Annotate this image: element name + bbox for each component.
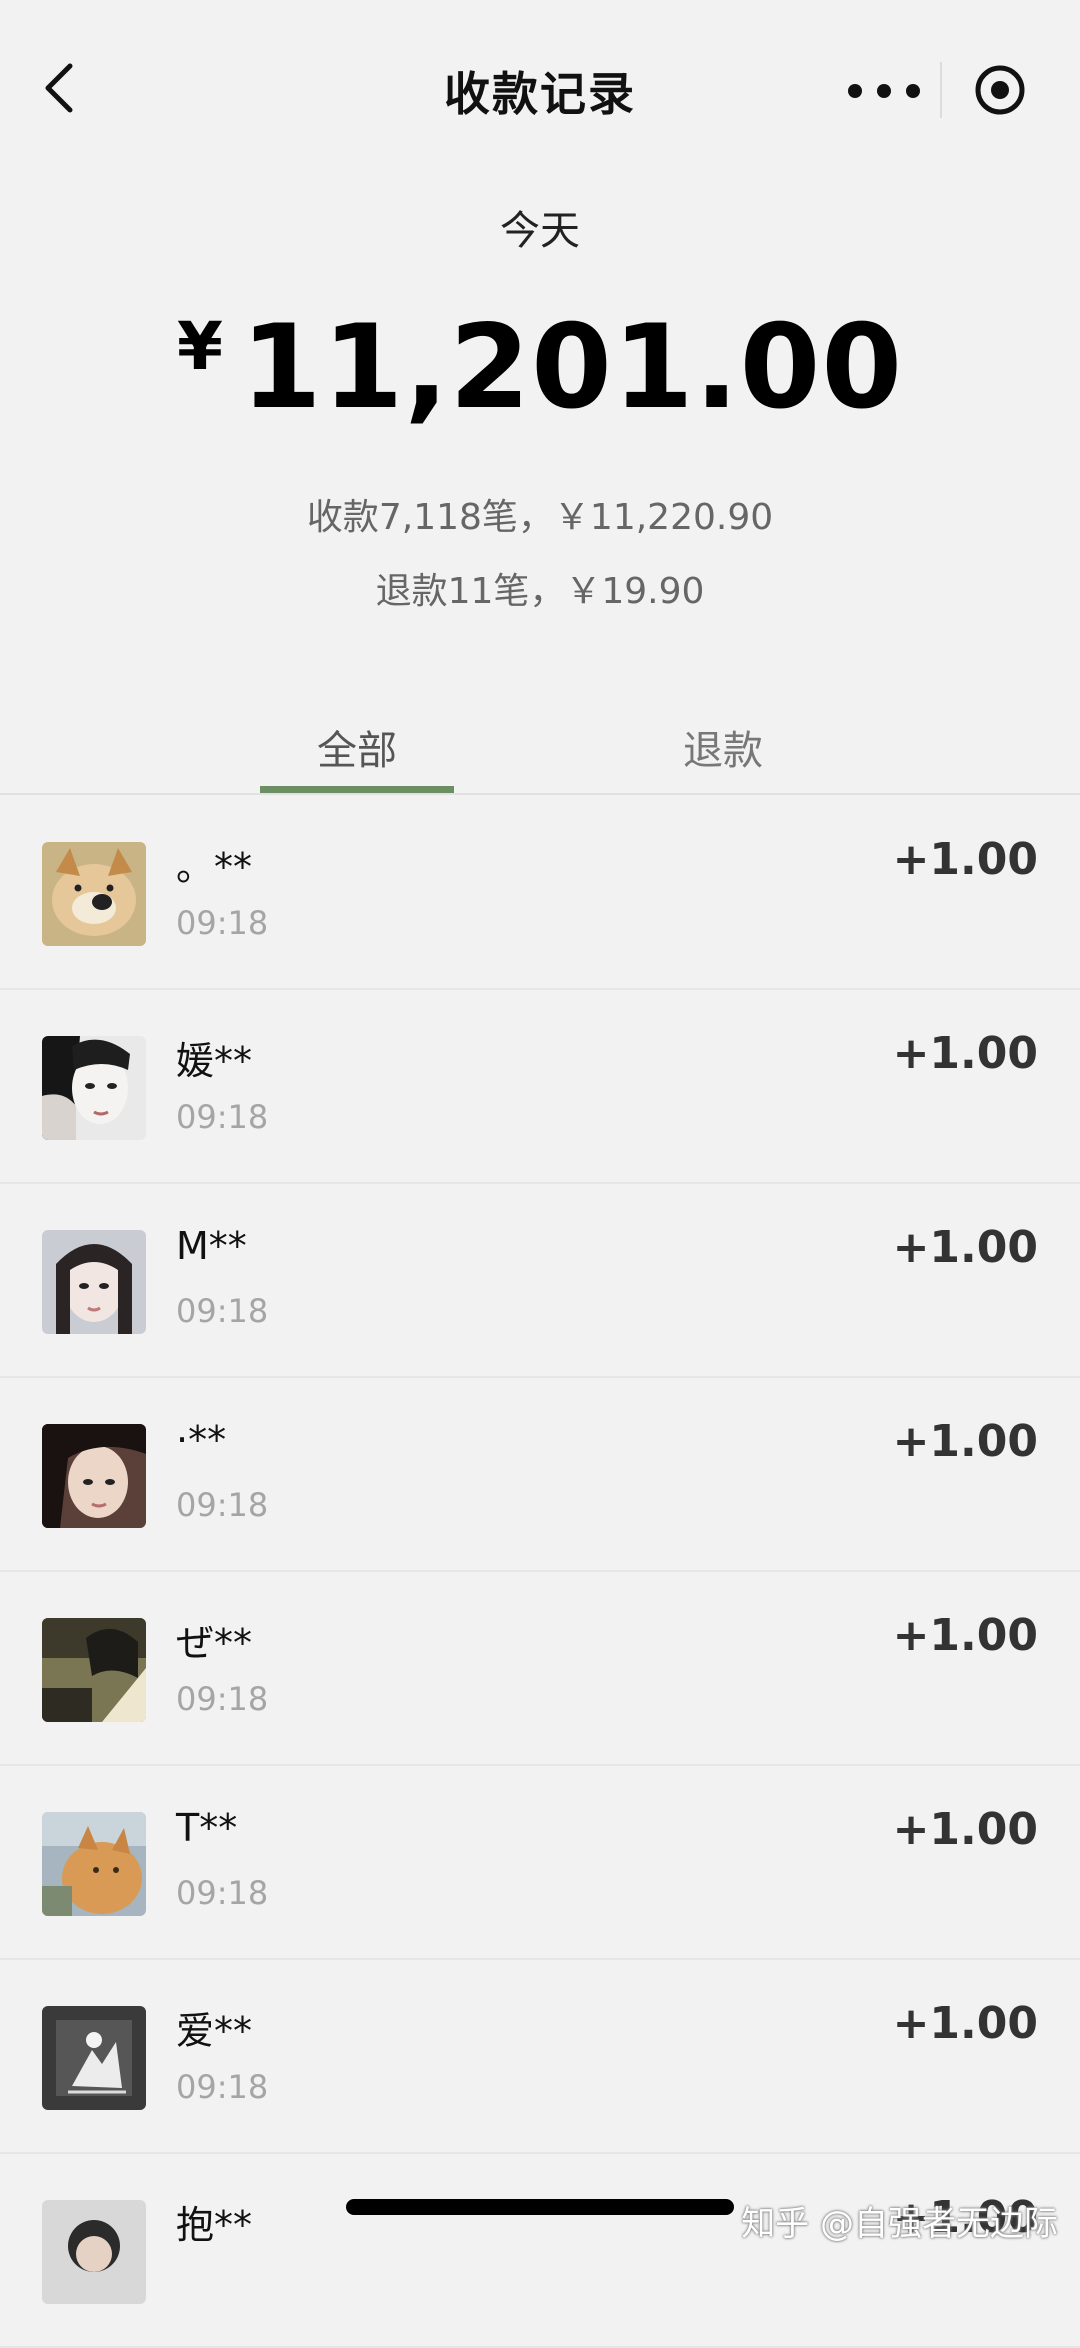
tab-refund[interactable]: 退款 <box>626 718 820 776</box>
record-amount: +1.00 <box>892 1028 1038 1079</box>
record-amount: +1.00 <box>892 1222 1038 1273</box>
payer-name: ·** <box>176 1418 227 1462</box>
payer-name: 媛** <box>176 1039 253 1083</box>
record-time: 09:18 <box>176 1486 269 1524</box>
record-time: 09:18 <box>176 1874 269 1912</box>
avatar <box>42 1424 146 1528</box>
payer-name: 爱** <box>176 2009 253 2053</box>
record-time: 09:18 <box>176 1292 269 1330</box>
record-amount: +1.00 <box>892 1610 1038 1661</box>
avatar <box>42 1036 146 1140</box>
payer-name: 。** <box>176 845 253 889</box>
record-row[interactable]: 媛** 09:18 +1.00 <box>0 990 1080 1184</box>
watermark: 知乎 @自强者无边际 <box>741 2204 1058 2244</box>
navigation-bar: 收款记录 <box>0 0 1080 180</box>
total-amount-value: 11,201.00 <box>240 300 904 435</box>
record-time: 09:18 <box>176 1098 269 1136</box>
tab-all[interactable]: 全部 <box>260 718 454 776</box>
record-row[interactable]: ·** 09:18 +1.00 <box>0 1378 1080 1572</box>
more-options-icon[interactable] <box>848 66 920 116</box>
close-miniprogram-icon[interactable] <box>972 62 1028 118</box>
record-amount: +1.00 <box>892 1998 1038 2049</box>
currency-symbol: ¥ <box>176 308 223 385</box>
record-time: 09:18 <box>176 2068 269 2106</box>
record-time: 09:18 <box>176 904 269 942</box>
record-amount: +1.00 <box>892 1416 1038 1467</box>
record-time: 09:18 <box>176 1680 269 1718</box>
record-amount: +1.00 <box>892 834 1038 885</box>
home-indicator <box>346 2199 734 2215</box>
record-row[interactable]: M** 09:18 +1.00 <box>0 1184 1080 1378</box>
record-row[interactable]: ぜ** 09:18 +1.00 <box>0 1572 1080 1766</box>
capsule-divider <box>940 62 942 118</box>
avatar <box>42 1230 146 1334</box>
record-row[interactable]: T** 09:18 +1.00 <box>0 1766 1080 1960</box>
avatar <box>42 1812 146 1916</box>
income-summary: 收款7,118笔，￥11,220.90 <box>306 497 774 538</box>
record-row[interactable]: 。** 09:18 +1.00 <box>0 796 1080 990</box>
date-label: 今天 <box>500 208 580 254</box>
total-amount: ¥11,201.00 <box>0 300 1080 435</box>
avatar <box>42 1618 146 1722</box>
payer-name: 抱** <box>176 2203 253 2247</box>
record-row[interactable]: 抱** +1.00 <box>0 2154 1080 2348</box>
avatar <box>42 842 146 946</box>
payment-record-list: 。** 09:18 +1.00 媛** 09:18 +1.00 M** 09:1… <box>0 796 1080 2348</box>
payer-name: T** <box>176 1806 238 1850</box>
avatar <box>42 2200 146 2304</box>
tabs-divider <box>0 793 1080 795</box>
refund-summary: 退款11笔，￥19.90 <box>375 571 705 612</box>
payer-name: M** <box>176 1224 247 1268</box>
record-amount: +1.00 <box>892 1804 1038 1855</box>
avatar <box>42 2006 146 2110</box>
payer-name: ぜ** <box>176 1621 253 1665</box>
record-row[interactable]: 爱** 09:18 +1.00 <box>0 1960 1080 2154</box>
